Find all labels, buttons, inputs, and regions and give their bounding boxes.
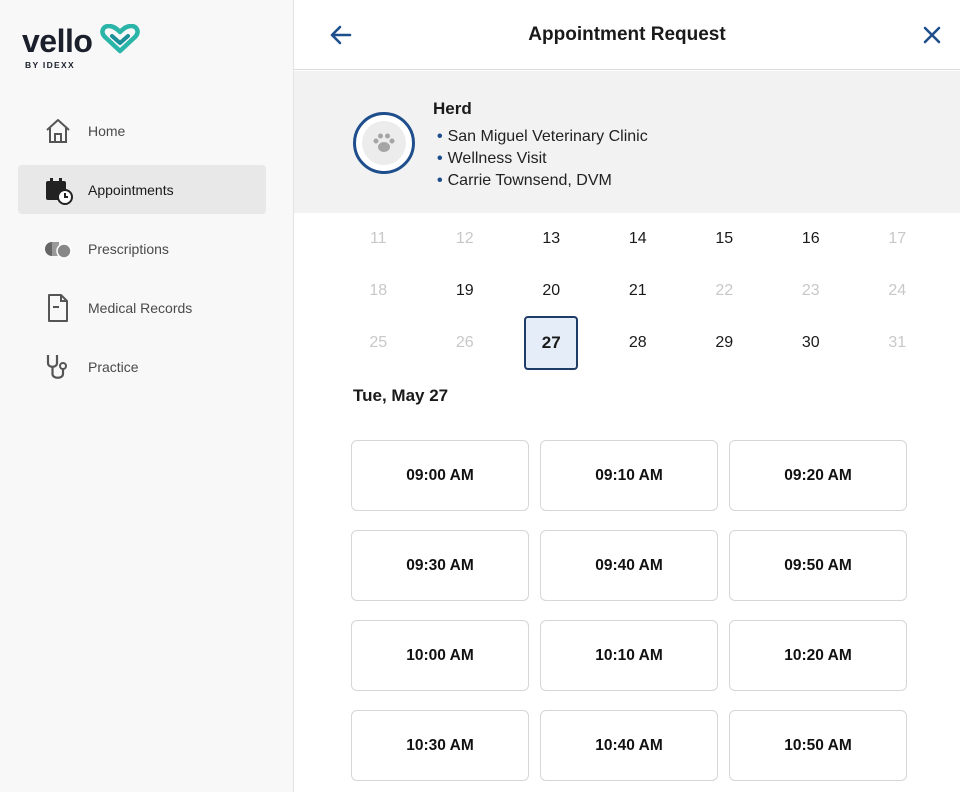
calendar-day[interactable]: 14 [595,213,682,265]
sidebar-item-prescriptions[interactable]: Prescriptions [18,224,266,273]
calendar-week-row: 25 26 27 28 29 30 31 [335,316,941,370]
calendar-day: 24 [888,282,907,299]
calendar-day: 22 [715,282,734,299]
calendar-day[interactable]: 28 [595,317,682,369]
page-title: Appointment Request [528,24,726,45]
time-slot-button[interactable]: 09:00 AM [351,440,529,511]
close-icon [923,26,941,44]
sidebar-item-practice[interactable]: Practice [18,342,266,391]
pet-detail-clinic: • San Miguel Veterinary Clinic [437,128,648,145]
sidebar-item-appointments[interactable]: Appointments [18,165,266,214]
pet-summary-panel: Herd • San Miguel Veterinary Clinic • Well… [294,71,960,213]
vello-logo[interactable]: vello BY IDEXX [22,22,152,74]
calendar-day: 11 [369,230,387,247]
heart-logo-icon [100,24,140,54]
sidebar-item-label: Home [88,122,126,139]
calendar-day[interactable]: 15 [681,213,768,265]
home-icon [42,115,74,147]
calendar-day: 18 [369,282,388,299]
time-slot-button[interactable]: 10:10 AM [540,620,718,691]
sidebar-item-medical-records[interactable]: Medical Records [18,283,266,332]
time-slot-button[interactable]: 10:30 AM [351,710,529,781]
pet-avatar [353,112,415,174]
time-slot-button[interactable]: 09:40 AM [540,530,718,601]
calendar-week-row: 18 19 20 21 22 23 24 [335,265,941,317]
paw-icon [373,133,395,152]
page-header: Appointment Request [294,0,960,70]
time-slot-button[interactable]: 09:20 AM [729,440,907,511]
selected-date-heading: Tue, May 27 [353,386,449,405]
main-content: Appointment Request Herd • San Miguel Vet… [294,0,960,792]
calendar-day: 12 [455,230,474,247]
calendar-day[interactable]: 30 [768,317,855,369]
calendar-day[interactable]: 20 [508,265,595,317]
time-slot-button[interactable]: 10:40 AM [540,710,718,781]
logo-subtitle: BY IDEXX [25,60,75,70]
calendar-clock-icon [42,174,74,206]
calendar-day: 17 [888,230,907,247]
logo-wordmark: vello [22,23,93,59]
calendar-day[interactable]: 19 [422,265,509,317]
calendar-week-row: 11 12 13 14 15 16 17 [335,213,941,265]
sidebar-item-label: Medical Records [88,299,193,316]
sidebar-item-label: Practice [88,358,139,375]
stethoscope-icon [42,351,74,383]
calendar-day: 23 [801,282,820,299]
pet-detail-visit-type: • Wellness Visit [437,150,547,167]
pet-details-list: • San Miguel Veterinary Clinic • Wellness … [437,126,648,192]
time-slot-button[interactable]: 09:50 AM [729,530,907,601]
sidebar-item-home[interactable]: Home [18,106,266,155]
time-slot-button[interactable]: 10:50 AM [729,710,907,781]
time-slot-grid: 09:00 AM 09:10 AM 09:20 AM 09:30 AM 09:40 AM… [351,440,907,781]
calendar-day[interactable]: 21 [595,265,682,317]
time-slot-button[interactable]: 10:00 AM [351,620,529,691]
time-slot-button[interactable]: 09:30 AM [351,530,529,601]
calendar-day: 31 [888,334,907,351]
calendar-day[interactable]: 16 [768,213,855,265]
calendar-day-selected[interactable]: 27 [508,316,595,370]
time-slot-button[interactable]: 10:20 AM [729,620,907,691]
document-icon [42,292,74,324]
time-slot-button[interactable]: 09:10 AM [540,440,718,511]
calendar-day[interactable]: 13 [508,213,595,265]
close-button[interactable] [920,23,944,47]
calendar-day: 26 [455,334,474,351]
calendar-day: 25 [369,334,388,351]
sidebar: vello BY IDEXX Home Appointments Prescri… [0,0,294,792]
pet-detail-doctor: • Carrie Townsend, DVM [437,172,612,189]
sidebar-nav: Home Appointments Prescriptions Medical … [18,106,266,401]
sidebar-item-label: Prescriptions [88,240,169,257]
calendar-grid: 11 12 13 14 15 16 17 18 19 20 21 22 23 24 25 26 27 28 29 30… [335,213,941,370]
calendar-day[interactable]: 29 [681,317,768,369]
pet-name: Herd [433,99,472,118]
pills-icon [42,233,74,265]
sidebar-item-label: Appointments [88,181,174,198]
